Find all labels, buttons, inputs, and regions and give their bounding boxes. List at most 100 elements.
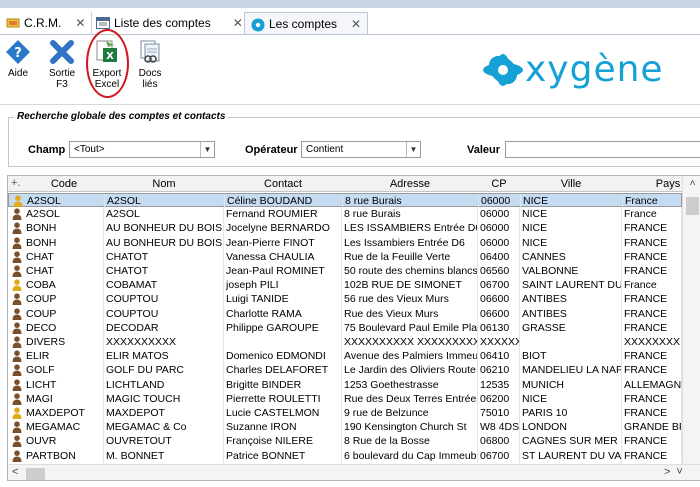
operateur-select-value: Contient [306,144,344,155]
cell-ville: PARIS 10 [520,406,622,421]
cell-ville: NICE [520,207,622,222]
table-row[interactable]: MAGI MAGIC TOUCH Pierrette ROULETTI Rue des… [8,391,682,406]
cell-contact: Jocelyne BERNARDO [224,221,342,236]
cell-contact: Charlotte RAMA [224,306,342,321]
cell-nom: COUPTOU [104,306,224,321]
tab-label: Les comptes [269,16,338,31]
valeur-input[interactable] [505,141,700,158]
aide-button[interactable]: ? Aide [0,39,36,79]
cell-ville: MANDELIEU LA NAPOULE [522,363,622,378]
horizontal-scrollbar[interactable]: < >˅ [8,464,700,480]
cell-nom: A2SOL [104,207,224,222]
table-row[interactable]: BONH AU BONHEUR DU BOIS Jocelyne BERNARDO L… [8,221,682,236]
contact-person-icon [12,251,22,263]
header-cp[interactable]: CP [478,176,520,192]
sortie-button[interactable]: Sortie F3 [44,39,80,90]
cell-ville: LONDON [520,420,622,435]
vertical-scrollbar[interactable]: ˄ [682,176,700,466]
accounts-table: +. Code Nom Contact Adresse CP Ville Pay… [7,175,700,481]
cell-adresse: 56 rue des Vieux Murs [342,292,478,307]
cell-code: DIVERS [24,335,104,350]
expand-columns-icon[interactable]: +. [11,177,20,189]
close-icon[interactable]: ✕ [351,17,361,31]
cell-cp: 06410 [478,349,520,364]
sortie-label-line2: F3 [56,79,68,90]
list-window-icon [96,17,110,29]
table-row[interactable]: CHAT CHATOT Jean-Paul ROMINET 50 route des … [8,264,682,279]
oxygene-logo-icon [251,18,265,31]
cell-nom: LICHTLAND [104,377,224,392]
chevron-right-down-icons[interactable]: >˅ [664,466,689,478]
table-row[interactable]: COUP COUPTOU Luigi TANIDE 56 rue des Vieux … [8,292,682,307]
cell-adresse: 8 Rue de la Bosse [342,434,478,449]
tab-crm[interactable]: C.R.M. ✕ [0,12,93,34]
table-row[interactable]: DIVERS XXXXXXXXXX XXXXXXXXXX XXXXXXXXXX XXX… [8,335,682,350]
cell-cp: 06200 [478,391,520,406]
chevron-up-icon[interactable]: ˄ [683,178,700,189]
cell-cp: 06130 [478,320,520,335]
chevron-left-icon[interactable]: < [12,466,18,478]
cell-code: MAGI [24,391,104,406]
table-row[interactable]: CHAT CHATOT Vanessa CHAULIA Rue de la Feuil… [8,249,682,264]
table-row[interactable]: COBA COBAMAT joseph PILI 102B RUE DE SIMONE… [8,278,682,293]
contact-person-icon [12,421,22,434]
cell-nom: ELIR MATOS [104,349,224,364]
header-code[interactable]: Code [24,176,104,192]
sortie-label-line1: Sortie [48,68,76,79]
contact-person-icon [12,279,22,292]
operateur-label: Opérateur [245,144,298,156]
header-adresse[interactable]: Adresse [342,176,478,192]
header-nom[interactable]: Nom [104,176,224,192]
operateur-select[interactable]: Contient ▼ [301,141,421,158]
cell-code: MAXDEPOT [24,406,104,421]
cell-nom: MAGIC TOUCH [104,391,224,406]
header-contact[interactable]: Contact [224,176,342,192]
cell-cp: XXXXXXXXXXXXXXXX [478,335,520,350]
chevron-down-icon[interactable]: ▼ [406,142,420,157]
chevron-down-icon[interactable]: ▼ [200,142,214,157]
table-row[interactable]: GOLF GOLF DU PARC Charles DELAFORET Le Jard… [8,363,682,378]
cell-cp: 12535 [478,377,520,392]
contact-person-icon [12,393,22,405]
table-header: +. Code Nom Contact Adresse CP Ville Pay… [8,176,700,192]
vertical-scroll-thumb[interactable] [686,197,699,215]
table-row[interactable]: MAXDEPOT MAXDEPOT Lucie CASTELMON 9 rue de … [8,406,682,421]
header-ville[interactable]: Ville [520,176,622,192]
cell-contact: Luigi TANIDE [224,292,342,307]
contact-person-icon [12,236,22,249]
table-row[interactable]: DECO DECODAR Philippe GAROUPE 75 Boulevard … [8,320,682,335]
cell-cp: 06560 [478,264,520,279]
cell-ville: ANTIBES [520,306,622,321]
close-icon[interactable]: ✕ [75,16,85,30]
cell-pays: FRANCE [622,391,682,406]
champ-label: Champ [28,144,66,156]
docs-lies-button[interactable]: Docs liés [132,39,168,90]
table-row[interactable]: PARTBON M. BONNET Patrice BONNET 6 boulevar… [8,448,682,463]
cell-nom: M. BONNET [104,448,224,463]
cell-nom: DECODAR [104,320,224,335]
table-row[interactable]: BONH AU BONHEUR DU BOIS Jean-Pierre FINOT L… [8,235,682,250]
table-row[interactable]: OUVR OUVRETOUT Françoise NILERE 8 Rue de la… [8,434,682,449]
champ-select[interactable]: <Tout> ▼ [69,141,215,158]
table-row[interactable]: COUP COUPTOU Charlotte RAMA Rue des Vieux M… [8,306,682,321]
cell-ville: SAINT LAURENT DU VAR [522,278,622,293]
table-row[interactable]: LICHT LICHTLAND Brigitte BINDER 1253 Goethe… [8,377,682,392]
table-row[interactable]: ELIR ELIR MATOS Domenico EDMONDI Avenue des… [8,349,682,364]
table-row[interactable]: A2SOL A2SOL Céline BOUDAND 8 rue Burais 0600… [8,193,683,209]
cell-ville: CANNES [520,249,622,264]
table-row[interactable]: A2SOL A2SOL Fernand ROUMIER 8 rue Burais 060… [8,207,682,222]
tab-les-comptes[interactable]: Les comptes ✕ [244,12,369,34]
cell-code: A2SOL [24,207,104,222]
horizontal-scroll-thumb[interactable] [26,468,45,480]
cell-pays: FRANCE [622,349,682,364]
cell-adresse: LES ISSAMBIERS Entrée D6 [344,221,478,236]
cell-contact: Philippe GAROUPE [224,320,342,335]
contact-person-icon [12,208,22,221]
cell-cp: 06600 [478,306,520,321]
contact-person-icon [12,378,22,391]
cell-pays: FRANCE [622,292,682,307]
close-icon[interactable]: ✕ [233,16,243,30]
table-row[interactable]: MEGAMAC MEGAMAC & Co Suzanne IRON 190 Kensi… [8,420,682,435]
cell-contact: Jean-Paul ROMINET [224,264,342,279]
cell-contact: Brigitte BINDER [224,377,342,392]
